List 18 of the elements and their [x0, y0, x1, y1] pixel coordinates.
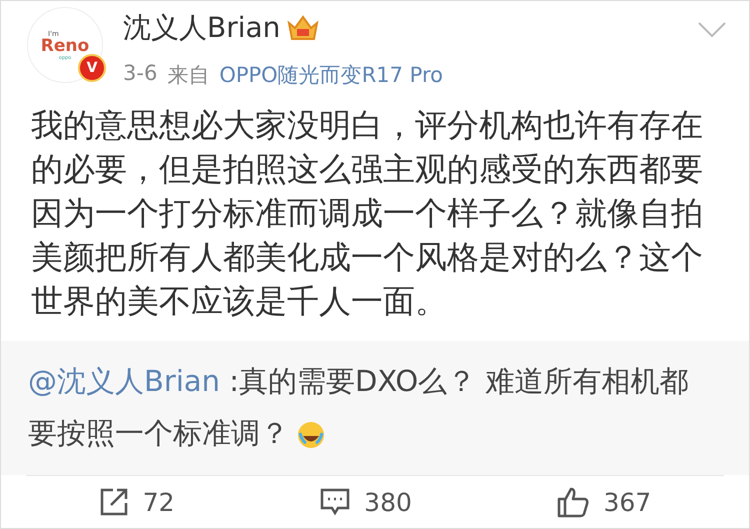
thumbs-up-icon: [557, 486, 590, 518]
action-count[interactable]: 380: [364, 488, 412, 516]
post-text: 我的意思想必大家没明白，评分机构也许有存在的必要，但是拍照这么强主观的感受的东西都要因为一个打分标准而调成一个样子么？就像自拍美颜把所有人都美化成一个风格是对的么？这个世界的美不应该是千人一面。: [30, 105, 704, 322]
action-count[interactable]: 72: [142, 488, 175, 516]
avatar-logo-text: Reno: [40, 38, 90, 54]
source-label: 来自: [167, 62, 210, 89]
verified-badge: V: [78, 54, 106, 82]
mention-link[interactable]: @沈义人Brian: [28, 364, 220, 398]
laughing-emoji-icon: [297, 421, 325, 450]
action-count[interactable]: 367: [603, 488, 652, 516]
source-link[interactable]: OPPO随光而变R17 Pro: [219, 61, 444, 89]
crown-icon: [286, 13, 320, 43]
quoted-text: @沈义人Brian :真的需要DXO么？ 难道所有相机都要按照一个标准调？: [28, 363, 690, 452]
share-icon: [98, 487, 129, 517]
comment-icon: [320, 488, 350, 516]
chevron-down-icon[interactable]: [697, 21, 727, 39]
post-date: 3-6: [123, 61, 158, 87]
author-name[interactable]: 沈义人Brian: [123, 9, 280, 47]
